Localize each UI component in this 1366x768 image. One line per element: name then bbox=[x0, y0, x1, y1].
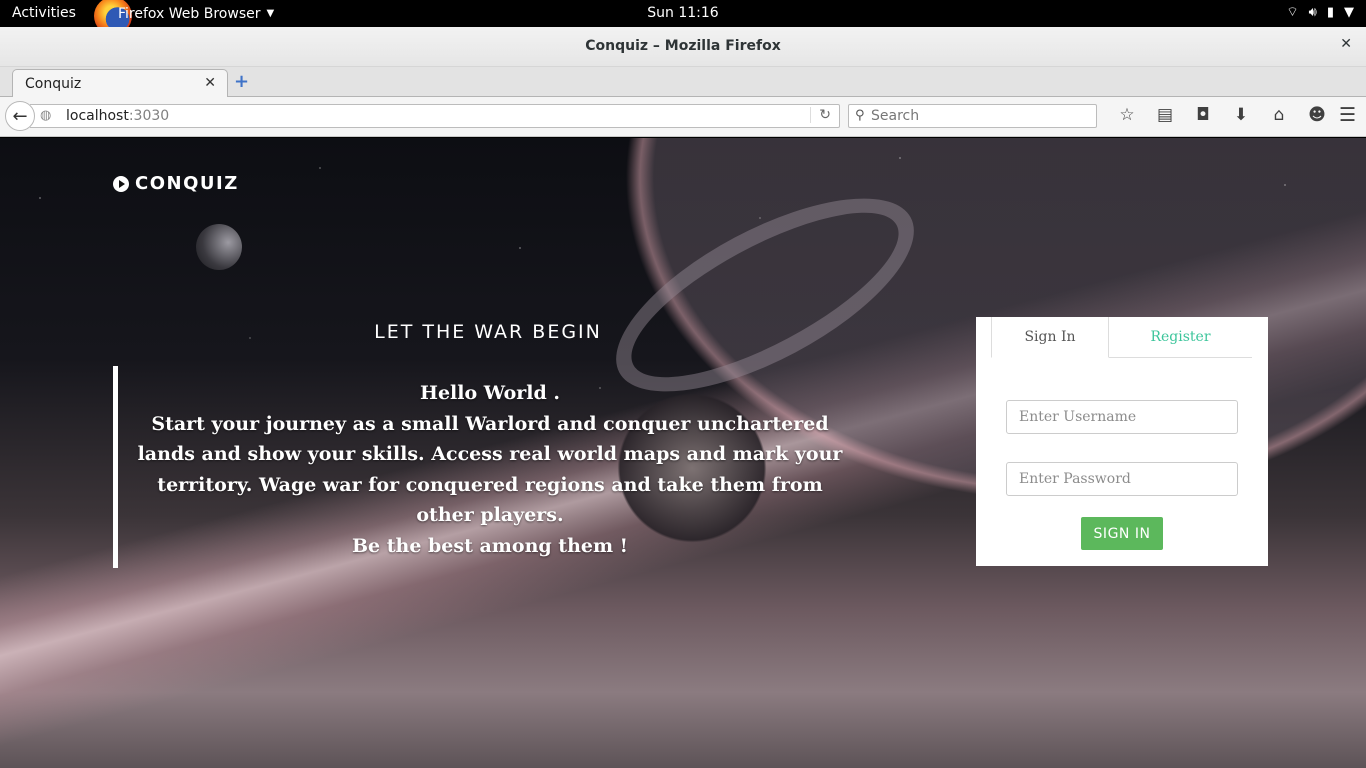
search-input[interactable] bbox=[871, 107, 1091, 125]
page-viewport: CONQUIZ LET THE WAR BEGIN Hello World . … bbox=[0, 138, 1366, 768]
moon-decoration bbox=[196, 224, 242, 270]
window-titlebar: Conquiz – Mozilla Firefox ✕ bbox=[0, 27, 1366, 67]
power-menu-icon: ▼ bbox=[1344, 4, 1354, 20]
toolbar-icons: ☆ ▤ ◘ ⬇ ⌂ ☻ bbox=[1108, 105, 1336, 125]
app-menu-label: Firefox Web Browser bbox=[118, 5, 261, 22]
pocket-icon[interactable]: ◘ bbox=[1184, 105, 1222, 125]
login-card: Sign In Register SIGN IN bbox=[976, 317, 1268, 566]
username-field[interactable] bbox=[1006, 400, 1238, 434]
hero-quote: Hello World . Start your journey as a sm… bbox=[130, 378, 850, 561]
window-title: Conquiz – Mozilla Firefox bbox=[585, 38, 781, 54]
tab-register[interactable]: Register bbox=[1109, 317, 1252, 358]
wifi-icon: ⌔ bbox=[1286, 5, 1299, 20]
arrow-left-icon: ← bbox=[12, 105, 28, 127]
quote-bar bbox=[113, 366, 118, 568]
chat-icon[interactable]: ☻ bbox=[1298, 105, 1336, 125]
url-text[interactable]: localhost:3030 bbox=[66, 108, 169, 124]
play-circle-icon bbox=[113, 175, 129, 192]
url-bar[interactable]: ◍ localhost:3030 ↻ bbox=[30, 104, 840, 128]
home-icon[interactable]: ⌂ bbox=[1260, 105, 1298, 125]
reload-icon[interactable]: ↻ bbox=[810, 107, 831, 123]
quote-line: Start your journey as a small Warlord an… bbox=[137, 412, 843, 527]
back-button[interactable]: ← bbox=[5, 101, 35, 131]
search-icon: ⚲ bbox=[855, 108, 865, 123]
battery-icon: ▮ bbox=[1326, 4, 1334, 20]
navigation-toolbar: ◍ localhost:3030 ↻ ← ⚲ ☆ ▤ ◘ ⬇ ⌂ ☻ ☰ bbox=[0, 97, 1366, 137]
hamburger-menu-icon[interactable]: ☰ bbox=[1339, 104, 1356, 126]
tab-label: Conquiz bbox=[25, 76, 82, 92]
brand-logo[interactable]: CONQUIZ bbox=[113, 173, 239, 194]
quote-line: Hello World . bbox=[420, 382, 560, 404]
sign-in-button[interactable]: SIGN IN bbox=[1081, 517, 1163, 550]
downloads-icon[interactable]: ⬇ bbox=[1222, 105, 1260, 125]
login-tabs: Sign In Register bbox=[991, 317, 1252, 358]
close-window-icon[interactable]: ✕ bbox=[1340, 36, 1352, 52]
tab-strip: Conquiz ✕ + bbox=[0, 67, 1366, 98]
volume-icon: 🔊︎ bbox=[1308, 4, 1317, 20]
close-tab-icon[interactable]: ✕ bbox=[204, 75, 216, 91]
globe-icon: ◍ bbox=[40, 108, 52, 123]
chevron-down-icon: ▼ bbox=[266, 8, 275, 19]
quote-line: Be the best among them ! bbox=[351, 534, 629, 557]
bookmark-star-icon[interactable]: ☆ bbox=[1108, 105, 1146, 125]
password-field[interactable] bbox=[1006, 462, 1238, 496]
new-tab-icon[interactable]: + bbox=[234, 71, 249, 92]
tab-conquiz[interactable]: Conquiz ✕ bbox=[12, 69, 228, 98]
reading-list-icon[interactable]: ▤ bbox=[1146, 105, 1184, 125]
tab-sign-in[interactable]: Sign In bbox=[991, 317, 1109, 358]
search-bar[interactable]: ⚲ bbox=[848, 104, 1097, 128]
app-menu[interactable]: Firefox Web Browser ▼ bbox=[94, 0, 275, 35]
activities-button[interactable]: Activities bbox=[12, 5, 76, 21]
hero-heading: LET THE WAR BEGIN bbox=[374, 321, 602, 343]
status-area[interactable]: ⌔ 🔊︎ ▮ ▼ bbox=[1286, 4, 1354, 21]
brand-name: CONQUIZ bbox=[135, 173, 239, 194]
system-top-bar: Activities Firefox Web Browser ▼ Sun 11:… bbox=[0, 0, 1366, 35]
